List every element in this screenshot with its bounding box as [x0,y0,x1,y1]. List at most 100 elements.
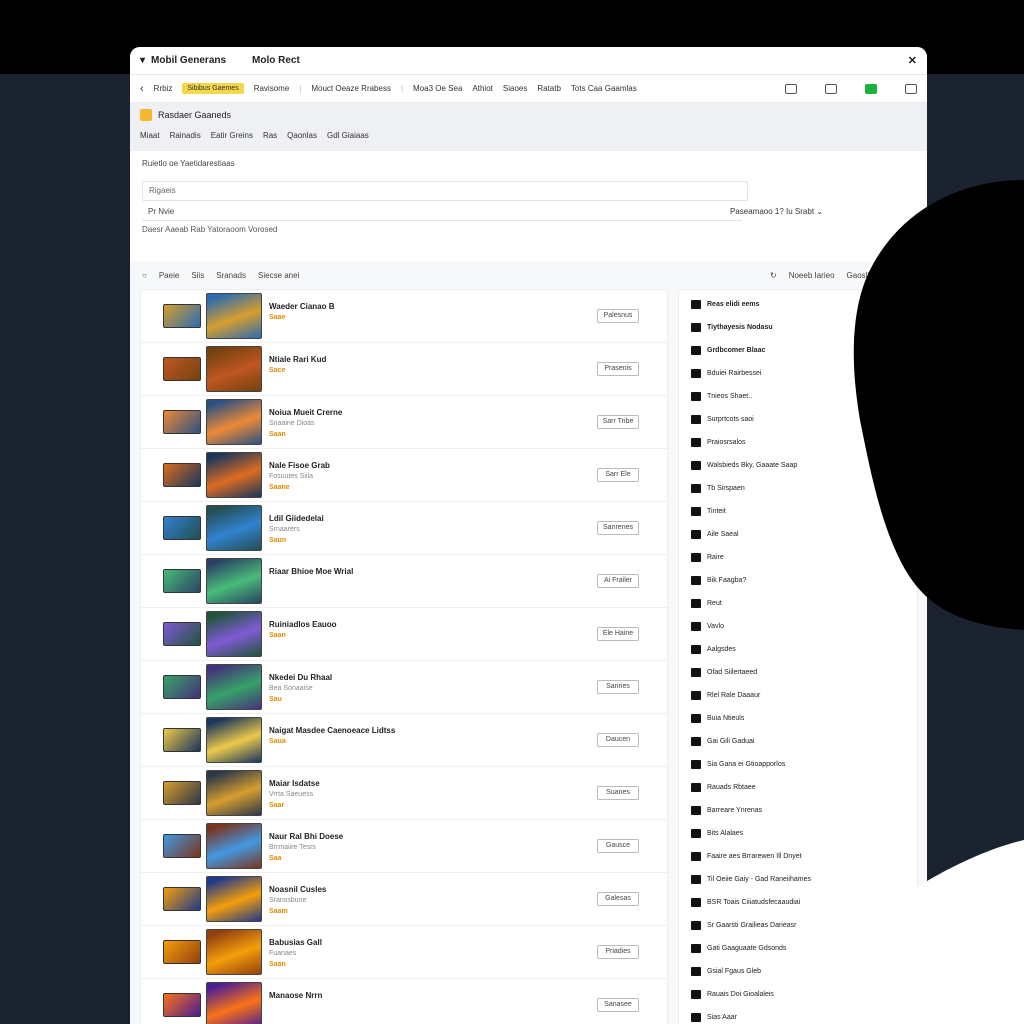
menu-icon[interactable]: ▾ [140,55,145,66]
list-item[interactable]: Noasnil Cusles Sranssbune Saam Galesas [141,873,667,926]
toolbar-right-item[interactable]: Gaoslbs [847,271,876,280]
game-action-button[interactable]: Sarr Tribe [597,415,639,429]
list-item[interactable]: Babusias Gall Fuanaes Saan Priadies [141,926,667,979]
list-item[interactable]: Naur Ral Bhi Doese Brrmaiire Tesrs Saa Gaus… [141,820,667,873]
game-title[interactable]: Noiua Mueit Crerne [269,408,342,417]
game-thumbnail[interactable] [206,399,262,445]
nav-item-highlight[interactable]: Sibibus Gaemes [182,83,244,94]
game-thumbnail[interactable] [206,876,262,922]
game-title[interactable]: Manaose Nrrn [269,991,322,1000]
toolbar-item[interactable]: Siis [191,271,204,280]
game-thumbnail[interactable] [206,293,262,339]
tab-item[interactable]: Rainadis [170,131,201,140]
game-thumbnail[interactable] [206,505,262,551]
game-action-button[interactable]: Daucen [597,733,639,747]
refresh-icon[interactable]: ↻ [770,271,777,280]
sidebar-item[interactable]: Raire [691,553,724,562]
game-action-button[interactable]: Priadies [597,945,639,959]
game-thumbnail[interactable] [206,611,262,657]
sidebar-item[interactable]: Gati Gaaguaate Gdsonds [691,944,786,953]
sidebar-item[interactable]: Tinteit [691,507,726,516]
list-item[interactable]: Nkedei Du Rhaal Bea Sonaaise Sau Sariries [141,661,667,714]
back-icon[interactable]: ‹ [140,83,144,95]
sidebar-item[interactable]: BSR Toais Ciiiatudsfecaaudiai [691,898,800,907]
game-action-button[interactable]: Sarr Ele [597,468,639,482]
game-thumbnail[interactable] [206,717,262,763]
list-item[interactable]: Maiar Isdatse Vrrta Saeuess Saar Suanes [141,767,667,820]
game-action-button[interactable]: Ai Frailer [597,574,639,588]
sidebar-item[interactable]: Gsial Fgaus Gleb [691,967,761,976]
sidebar-item[interactable]: Reas elidi eems [691,300,760,309]
game-thumbnail[interactable] [206,929,262,975]
sidebar-item[interactable]: Rauads Rbtaee [691,783,756,792]
sidebar-item[interactable]: Bduiei Rairbessei [691,369,761,378]
printer-icon[interactable] [785,83,797,94]
sidebar-item[interactable]: Til Oeiie Gaiy - Gad Raneiihames [691,875,811,884]
game-thumbnail[interactable] [206,664,262,710]
list-item[interactable]: Waeder Cianao B Saae Palesnus [141,290,667,343]
game-title[interactable]: Naur Ral Bhi Doese [269,832,343,841]
nav-item[interactable]: Siaoes [503,84,527,93]
sidebar-item[interactable]: Bik Faagba? [691,576,746,585]
nav-item[interactable]: Rrbiz [154,84,173,93]
nav-item[interactable]: Ratatb [537,84,561,93]
list-item[interactable]: Nale Fisoe Grab Fosuutes Siila Saane Sarr E… [141,449,667,502]
status-green-icon[interactable] [865,83,877,94]
sidebar-item[interactable]: Surprtcots saoi [691,415,754,424]
sidebar-item[interactable]: Sr Gaarsti Grailieas Darieasr [691,921,796,930]
tab-item[interactable]: Gdl Giaiaas [327,131,369,140]
game-title[interactable]: Nale Fisoe Grab [269,461,330,470]
list-item[interactable]: Manaose Nrrn Sanasee [141,979,667,1024]
game-action-button[interactable]: Gausce [597,839,639,853]
toolbar-right-item[interactable]: Noeeb Iarieo [789,271,835,280]
settings-icon[interactable] [905,83,917,94]
game-title[interactable]: Riaar Bhioe Moe Wrial [269,567,353,576]
game-action-button[interactable]: Sanrenes [597,521,639,535]
game-title[interactable]: Maiar Isdatse [269,779,320,788]
sidebar-item[interactable]: Bits Alalaes [691,829,743,838]
sidebar-item[interactable]: Grdbcomer Blaac [691,346,765,355]
tab-item[interactable]: Miaat [140,131,160,140]
search-input[interactable]: Rigaeis [142,181,748,201]
sidebar-item[interactable]: Rauais Doi Gioalaleis [691,990,774,999]
game-thumbnail[interactable] [206,346,262,392]
sidebar-item[interactable]: Barreare Ynrenas [691,806,762,815]
sidebar-item[interactable]: Sia Gana ei Gtioapporlos [691,760,785,769]
sidebar-item[interactable]: Walsbieds Bky, Gaaate Saap [691,461,797,470]
game-thumbnail[interactable] [206,770,262,816]
list-item[interactable]: Naigat Masdee Caenoeace Lidtss Saua Daucen [141,714,667,767]
game-action-button[interactable]: Sanasee [597,998,639,1012]
game-title[interactable]: Noasnil Cusles [269,885,326,894]
tab-item[interactable]: Qaonlas [287,131,317,140]
list-item[interactable]: Ldil Giidedelai Srnaarers Saun Sanrenes [141,502,667,555]
game-title[interactable]: Ruiniadlos Eauoo [269,620,337,629]
game-action-button[interactable]: Galesas [597,892,639,906]
sidebar-item[interactable]: Reut [691,599,722,608]
filter-field[interactable]: Pr Nvie [142,205,742,221]
sidebar-item[interactable]: Sias Aaar [691,1013,737,1022]
game-title[interactable]: Waeder Cianao B [269,302,335,311]
sidebar-item[interactable]: Buia Ntieuls [691,714,744,723]
nav-item[interactable]: Tots Caa Gaamlas [571,84,637,93]
list-item[interactable]: Riaar Bhioe Moe Wrial Ai Frailer [141,555,667,608]
game-title[interactable]: Nkedei Du Rhaal [269,673,332,682]
game-thumbnail[interactable] [206,452,262,498]
game-title[interactable]: Naigat Masdee Caenoeace Lidtss [269,726,395,735]
game-title[interactable]: Ntiale Rari Kud [269,355,326,364]
close-icon[interactable]: ✕ [908,54,917,67]
radio-icon[interactable]: ○ [142,271,147,280]
game-action-button[interactable]: Ele Haine [597,627,639,641]
sidebar-item[interactable]: Ofad Siilertaeed [691,668,757,677]
sidebar-item[interactable]: Tnieos Shaet.. [691,392,752,401]
toolbar-right-item[interactable]: Crylues [888,271,915,280]
sidebar-item[interactable]: Praiosrsalos [691,438,746,447]
tab-item[interactable]: Ras [263,131,277,140]
nav-item[interactable]: Moa3 Oe Sea [413,84,462,93]
sidebar-item[interactable]: Aalgsdes [691,645,736,654]
game-title[interactable]: Babusias Gall [269,938,322,947]
sidebar-item[interactable]: Tb Sirspaen [691,484,745,493]
game-title[interactable]: Ldil Giidedelai [269,514,324,523]
game-action-button[interactable]: Sariries [597,680,639,694]
nav-item[interactable]: Mouct Oeaze Rrabess [311,84,391,93]
sidebar-item[interactable]: Rlel Rale Daaaur [691,691,760,700]
